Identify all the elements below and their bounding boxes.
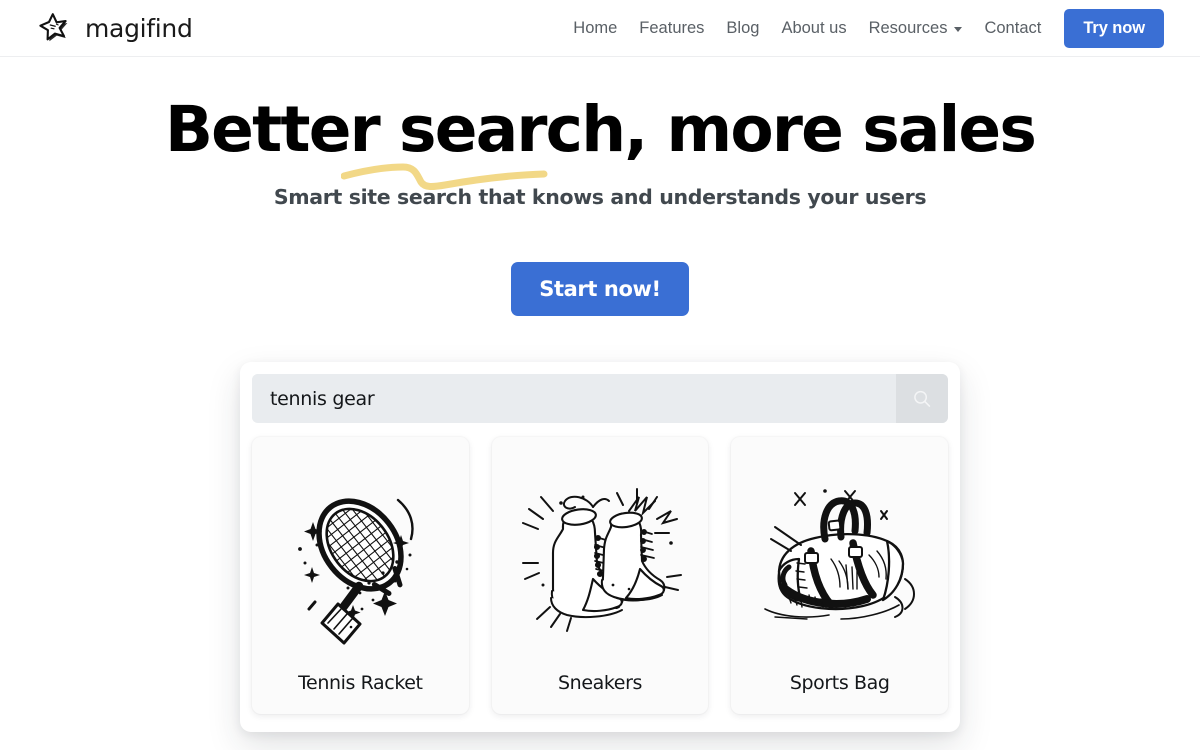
nav-item-contact[interactable]: Contact: [973, 0, 1052, 57]
result-card-sneakers[interactable]: Sneakers: [491, 437, 709, 714]
hero-section: Better search, more sales Smart site sea…: [0, 57, 1200, 317]
sneakers-illustration: [500, 451, 701, 672]
search-input[interactable]: [252, 374, 896, 423]
chevron-down-icon: [954, 27, 963, 32]
nav-item-features[interactable]: Features: [628, 0, 715, 57]
result-card-label: Sports Bag: [789, 672, 890, 694]
nav-item-about-us[interactable]: About us: [770, 0, 857, 57]
search-submit-button[interactable]: [896, 374, 948, 423]
result-card-label: Tennis Racket: [298, 672, 423, 694]
hand-drawn-star-icon: [36, 8, 76, 48]
result-card-tennis-racket[interactable]: Tennis Racket: [252, 437, 469, 714]
nav-item-blog[interactable]: Blog: [715, 0, 770, 57]
hero-title-wrap: Better search, more sales: [164, 93, 1037, 191]
result-card-sports-bag[interactable]: Sports Bag: [731, 437, 949, 714]
search-icon: [911, 388, 933, 410]
search-results-grid: Tennis Racket Sneakers Sports Bag: [252, 437, 949, 714]
nav-item-home[interactable]: Home: [562, 0, 628, 57]
hero-subtitle: Smart site search that knows and underst…: [273, 185, 927, 210]
nav-item-resources-dropdown[interactable]: Resources: [858, 0, 974, 57]
main-nav: Home Features Blog About us Resources Co…: [562, 0, 1164, 57]
tennis-racket-illustration: [260, 451, 461, 672]
sports-bag-illustration: [739, 451, 940, 672]
search-demo-panel: Tennis Racket: [240, 362, 960, 732]
result-card-label: Sneakers: [558, 672, 642, 694]
start-now-button[interactable]: Start now!: [511, 262, 689, 317]
brand-logo-link[interactable]: magifind: [36, 8, 193, 48]
site-header: magifind Home Features Blog About us Res…: [0, 0, 1200, 57]
nav-item-resources-label: Resources: [868, 19, 948, 37]
page-title: Better search, more sales: [164, 93, 1037, 166]
brand-name: magifind: [85, 13, 193, 43]
try-now-button[interactable]: Try now: [1064, 9, 1164, 48]
search-bar: [252, 374, 948, 423]
